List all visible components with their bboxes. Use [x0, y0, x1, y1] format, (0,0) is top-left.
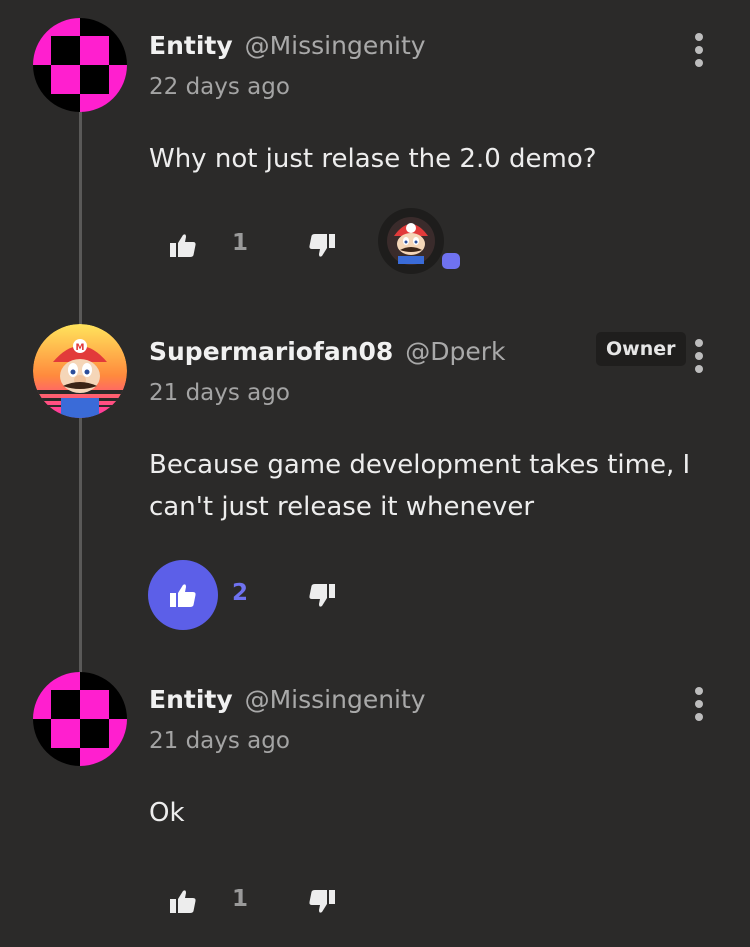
comment-body: Why not just relase the 2.0 demo? — [149, 144, 597, 174]
comment-timestamp: 21 days ago — [149, 380, 290, 406]
author-handle[interactable]: @Missingenity — [245, 685, 426, 714]
like-count: 2 — [232, 580, 249, 606]
comment-actions: 1 — [148, 866, 468, 936]
svg-text:M: M — [76, 343, 85, 353]
avatar-entity[interactable] — [33, 18, 127, 112]
author-name[interactable]: Entity — [149, 31, 233, 60]
dislike-button[interactable] — [304, 228, 340, 264]
author-handle[interactable]: @Dperk — [405, 337, 505, 366]
like-button[interactable] — [148, 560, 218, 630]
thumbs-up-icon — [170, 584, 196, 607]
comment-actions: 1 — [148, 208, 468, 280]
comment-timestamp: 21 days ago — [149, 728, 290, 754]
comment-header: Supermariofan08 @Dperk — [149, 336, 506, 368]
reply-indicator-badge — [442, 253, 460, 269]
thumbs-up-icon — [170, 890, 196, 913]
dislike-button[interactable] — [304, 578, 340, 614]
owner-badge: Owner — [596, 332, 686, 366]
like-count: 1 — [232, 886, 249, 912]
dislike-button[interactable] — [304, 884, 340, 920]
comment-actions: 2 — [148, 560, 468, 630]
author-name[interactable]: Supermariofan08 — [149, 337, 393, 366]
author-handle[interactable]: @Missingenity — [245, 31, 426, 60]
comment-header: Entity @Missingenity — [149, 30, 426, 62]
avatar-supermariofan08[interactable]: M — [33, 324, 127, 418]
avatar-entity[interactable] — [33, 672, 127, 766]
comment-body: Ok — [149, 798, 185, 828]
like-count: 1 — [232, 230, 249, 256]
thumbs-up-icon — [170, 234, 196, 257]
comment-header: Entity @Missingenity — [149, 684, 426, 716]
more-vertical-icon[interactable] — [688, 339, 710, 373]
comment-body: Because game development takes time, I c… — [149, 450, 691, 522]
replier-avatar[interactable] — [378, 208, 444, 274]
thumbs-down-icon — [309, 234, 335, 257]
more-vertical-icon[interactable] — [688, 33, 710, 67]
thumbs-down-icon — [309, 584, 335, 607]
more-vertical-icon[interactable] — [688, 687, 710, 721]
like-button[interactable] — [148, 866, 218, 936]
author-name[interactable]: Entity — [149, 685, 233, 714]
thumbs-down-icon — [309, 890, 335, 913]
like-button[interactable] — [148, 210, 218, 280]
comment-timestamp: 22 days ago — [149, 74, 290, 100]
